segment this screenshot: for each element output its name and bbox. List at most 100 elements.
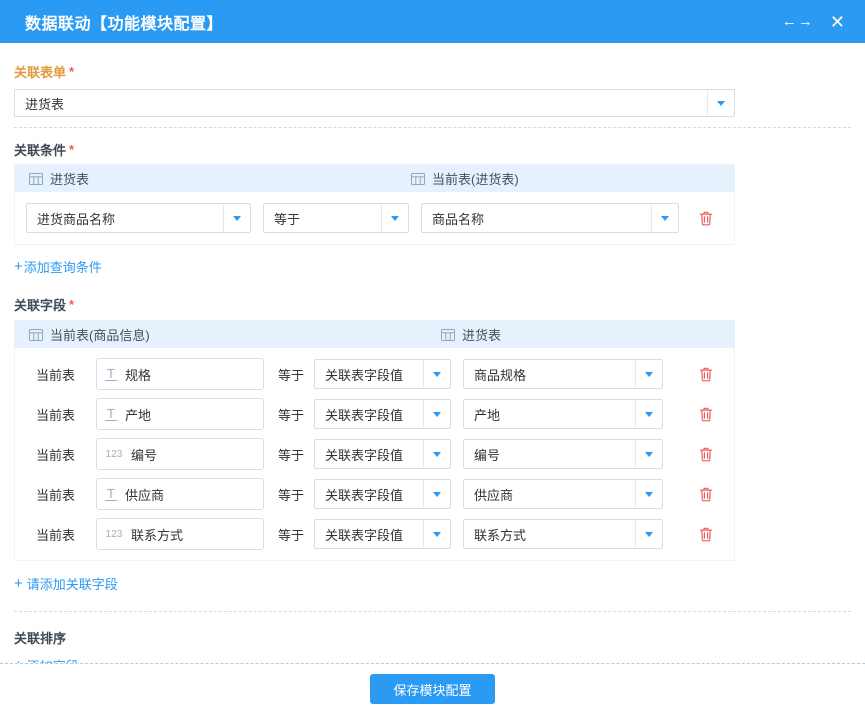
field-selector[interactable]: 123 联系方式 [96, 518, 264, 550]
value-type-select[interactable]: 关联表字段值 [314, 519, 451, 549]
delete-condition-button[interactable] [698, 210, 714, 227]
arrow-right-icon: → [798, 14, 813, 29]
dialog-footer: 保存模块配置 [0, 663, 865, 714]
sort-section-label: 关联排序 [14, 628, 851, 646]
condition-rows: 进货商品名称 等于 商品名称 [15, 192, 734, 244]
field-group: 当前表(商品信息) 进货表 当前表 T 规格 等于 [14, 320, 735, 561]
field-selector[interactable]: 123 编号 [96, 438, 264, 470]
add-condition-label: 添加查询条件 [24, 257, 102, 276]
delete-row-button[interactable] [698, 486, 714, 503]
condition-row: 进货商品名称 等于 商品名称 [15, 202, 734, 234]
close-icon[interactable]: ✕ [830, 13, 845, 31]
field-mapping-rows: 当前表 T 规格 等于 关联表字段值 商品规格 [15, 348, 734, 560]
condition-left-table-name: 进货表 [50, 169, 89, 188]
target-field-select[interactable]: 供应商 [463, 479, 663, 509]
target-field-select[interactable]: 编号 [463, 439, 663, 469]
dialog-content: 关联表单 * 进货表 关联条件 * 进货表 [0, 43, 865, 663]
current-table-label: 当前表 [36, 405, 96, 424]
value-type-select[interactable]: 关联表字段值 [314, 439, 451, 469]
table-icon [441, 329, 455, 341]
chevron-down-icon [635, 440, 662, 468]
related-form-select-value: 进货表 [15, 94, 707, 113]
chevron-down-icon [635, 400, 662, 428]
operator-label: 等于 [278, 445, 304, 464]
current-table-label: 当前表 [36, 365, 96, 384]
table-icon [411, 173, 425, 185]
target-field-value: 商品规格 [464, 365, 635, 384]
field-type-icon: 123 [105, 529, 123, 540]
field-type-icon: T [105, 367, 117, 382]
field-section-label: 关联字段 * [14, 295, 851, 313]
chevron-down-icon [423, 440, 450, 468]
field-left-table: 当前表(商品信息) [29, 325, 441, 344]
target-field-value: 供应商 [464, 485, 635, 504]
condition-right-table: 当前表(进货表) [411, 169, 519, 188]
chevron-down-icon [423, 400, 450, 428]
trash-icon [698, 446, 714, 463]
table-icon [29, 329, 43, 341]
field-left-table-name: 当前表(商品信息) [50, 325, 150, 344]
operator-label: 等于 [278, 485, 304, 504]
current-table-label: 当前表 [36, 525, 96, 544]
plus-icon: + [14, 576, 23, 591]
field-selector[interactable]: T 供应商 [96, 478, 264, 510]
condition-left-field-value: 进货商品名称 [27, 209, 223, 228]
current-table-label: 当前表 [36, 445, 96, 464]
delete-row-button[interactable] [698, 526, 714, 543]
condition-left-field-select[interactable]: 进货商品名称 [26, 203, 251, 233]
chevron-down-icon [635, 480, 662, 508]
value-type-select[interactable]: 关联表字段值 [314, 399, 451, 429]
table-icon [29, 173, 43, 185]
value-type-select[interactable]: 关联表字段值 [314, 479, 451, 509]
add-condition-link[interactable]: + 添加查询条件 [14, 258, 102, 274]
dialog-title: 数据联动【功能模块配置】 [25, 10, 223, 34]
condition-right-table-name: 当前表(进货表) [432, 169, 519, 188]
field-name: 产地 [125, 405, 151, 424]
condition-operator-select[interactable]: 等于 [263, 203, 409, 233]
delete-row-button[interactable] [698, 406, 714, 423]
value-type-select[interactable]: 关联表字段值 [314, 359, 451, 389]
trash-icon [698, 406, 714, 423]
chevron-down-icon [423, 480, 450, 508]
field-label: 关联字段 [14, 295, 66, 314]
chevron-down-icon [223, 204, 250, 232]
target-field-value: 联系方式 [464, 525, 635, 544]
trash-icon [698, 210, 714, 227]
section-divider [14, 127, 851, 128]
field-selector[interactable]: T 规格 [96, 358, 264, 390]
plus-icon: + [14, 259, 23, 274]
header-actions: ← → ✕ [782, 13, 845, 31]
condition-group-header: 进货表 当前表(进货表) [15, 165, 734, 192]
target-field-select[interactable]: 商品规格 [463, 359, 663, 389]
value-type-value: 关联表字段值 [315, 485, 423, 504]
target-field-select[interactable]: 产地 [463, 399, 663, 429]
expand-arrows-button[interactable]: ← → [782, 14, 813, 29]
add-field-link[interactable]: + 请添加关联字段 [14, 575, 118, 591]
operator-label: 等于 [278, 525, 304, 544]
delete-row-button[interactable] [698, 446, 714, 463]
related-form-label: 关联表单 [14, 62, 66, 81]
target-field-select[interactable]: 联系方式 [463, 519, 663, 549]
field-group-header: 当前表(商品信息) 进货表 [15, 321, 734, 348]
required-asterisk: * [69, 64, 74, 79]
condition-section-label: 关联条件 * [14, 140, 851, 158]
add-sort-field-label: 添加字段 [27, 656, 79, 664]
field-mapping-row: 当前表 123 联系方式 等于 关联表字段值 联系方式 [15, 514, 734, 554]
condition-right-field-select[interactable]: 商品名称 [421, 203, 679, 233]
operator-label: 等于 [278, 405, 304, 424]
chevron-down-icon [635, 520, 662, 548]
current-table-label: 当前表 [36, 485, 96, 504]
chevron-down-icon [651, 204, 678, 232]
chevron-down-icon [423, 520, 450, 548]
field-name: 联系方式 [131, 525, 183, 544]
save-module-config-button[interactable]: 保存模块配置 [370, 674, 494, 704]
dialog-header: 数据联动【功能模块配置】 ← → ✕ [0, 0, 865, 43]
field-right-table-name: 进货表 [462, 325, 501, 344]
field-selector[interactable]: T 产地 [96, 398, 264, 430]
value-type-value: 关联表字段值 [315, 445, 423, 464]
field-mapping-row: 当前表 T 规格 等于 关联表字段值 商品规格 [15, 354, 734, 394]
related-form-select[interactable]: 进货表 [14, 89, 735, 117]
delete-row-button[interactable] [698, 366, 714, 383]
section-divider [14, 611, 851, 612]
condition-label: 关联条件 [14, 140, 66, 159]
